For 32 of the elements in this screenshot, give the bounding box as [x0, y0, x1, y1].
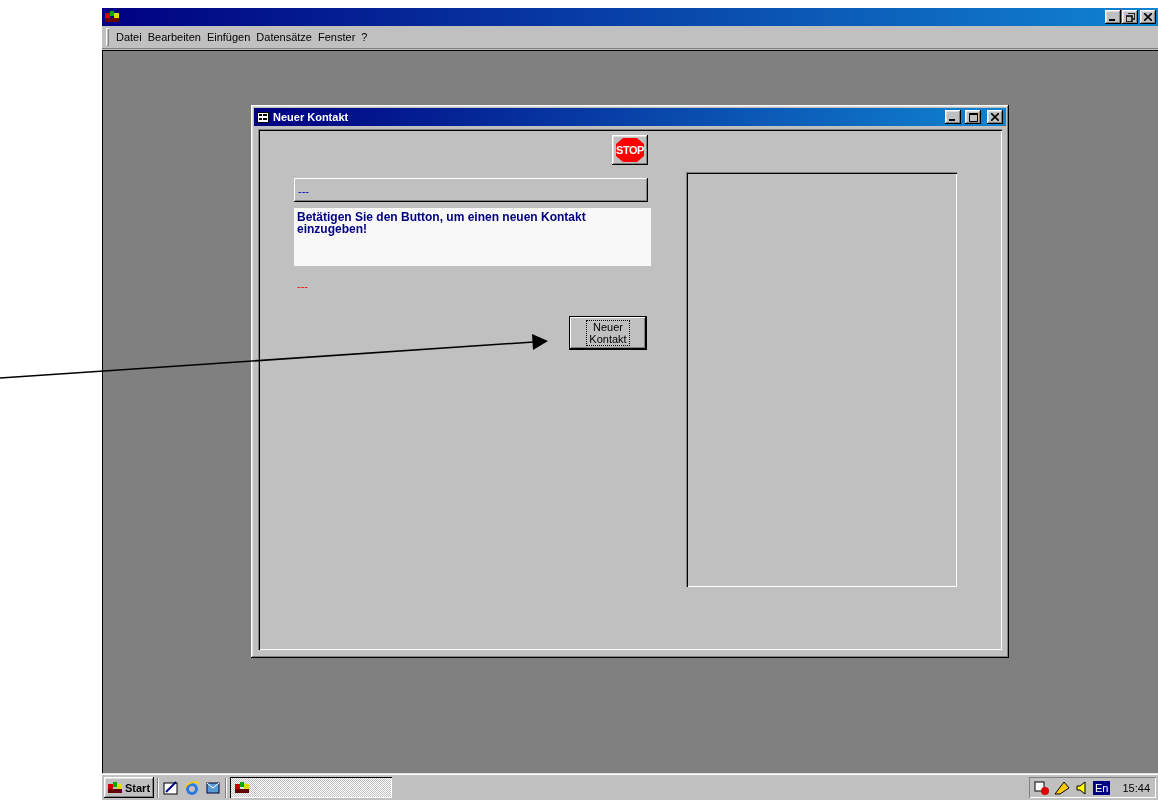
restore-button[interactable] [1122, 10, 1138, 24]
maximize-button[interactable] [965, 110, 981, 124]
form-icon [257, 111, 269, 123]
menu-item[interactable]: Fenster [315, 31, 359, 43]
menu-item[interactable]: Datei [113, 31, 145, 43]
minimize-button[interactable] [1105, 10, 1121, 24]
window-title: Neuer Kontakt [273, 111, 349, 123]
clock: 15:44 [1122, 781, 1150, 794]
menu-item[interactable]: Datensätze [253, 31, 315, 43]
taskbar-button[interactable] [230, 777, 393, 798]
close-icon [991, 113, 999, 121]
language-indicator[interactable]: En [1093, 780, 1111, 795]
maximize-icon [968, 112, 978, 122]
message-text: Betätigen Sie den Button, um einen neuen Kontakt einzugeben! [294, 208, 651, 266]
app-icon [234, 780, 251, 795]
close-button[interactable] [987, 110, 1003, 124]
minimize-button[interactable] [945, 110, 961, 124]
menu-item[interactable]: Bearbeiten [144, 31, 204, 43]
error-text: --- [296, 280, 308, 292]
restore-icon [1125, 12, 1135, 22]
stop-button[interactable]: STOP [612, 135, 648, 165]
new-contact-button[interactable]: Neuer Kontakt [569, 316, 647, 350]
close-button[interactable] [1140, 10, 1156, 24]
start-button[interactable]: Start [104, 777, 155, 798]
windows-logo-icon [107, 780, 123, 795]
menu-item[interactable]: Einfügen [203, 31, 254, 43]
network-icon[interactable] [1033, 778, 1051, 797]
close-icon [1144, 13, 1152, 21]
menu-item[interactable]: ? [358, 31, 371, 43]
desktop-icon[interactable] [162, 778, 181, 797]
status-field: --- [294, 178, 648, 202]
app-icon [104, 10, 120, 24]
